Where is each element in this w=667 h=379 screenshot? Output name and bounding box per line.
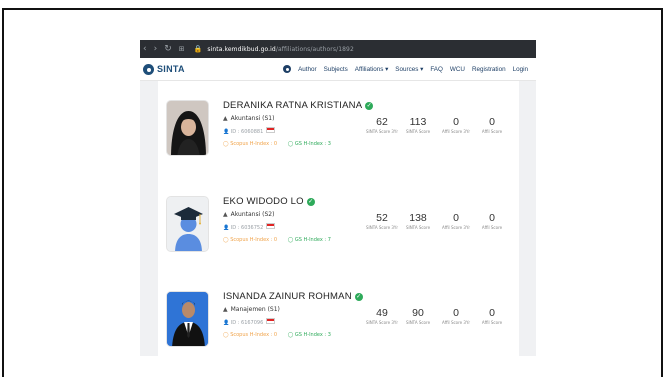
nav-subjects[interactable]: Subjects <box>324 66 348 73</box>
person-icon: ▲ <box>223 115 228 122</box>
apps-grid-icon[interactable]: ⊞ <box>179 45 185 53</box>
verified-icon: ✓ <box>354 293 363 301</box>
nav-sources[interactable]: Sources ▾ <box>395 66 423 73</box>
home-icon[interactable] <box>283 65 292 73</box>
reload-icon[interactable]: ↻ <box>164 44 172 54</box>
author-photo[interactable] <box>166 291 209 347</box>
stat-sinta-score: 138 SINTA Score <box>405 212 431 230</box>
indonesia-flag-icon <box>266 127 276 133</box>
site-navbar: SINTA Author Subjects Affiliations ▾ Sou… <box>140 58 536 81</box>
verified-icon: ✓ <box>306 198 315 206</box>
nav-author[interactable]: Author <box>298 66 317 73</box>
author-name[interactable]: DERANIKA RATNA KRISTIANA ✓ <box>223 100 374 111</box>
author-card: ISNANDA ZAINUR ROHMAN ✓ ▲ Manajemen (S1) 👤… <box>158 291 519 356</box>
stat-sinta-score-3yr: 62 SINTA Score 3Yr <box>366 116 398 134</box>
author-name[interactable]: ISNANDA ZAINUR ROHMAN ✓ <box>223 291 363 302</box>
nav-login[interactable]: Login <box>513 66 528 73</box>
sinta-logo-icon <box>143 63 154 75</box>
scopus-h-index[interactable]: ◯ Scopus H-Index : 0 <box>223 332 277 338</box>
nav-faq[interactable]: FAQ <box>430 66 443 73</box>
user-icon: 👤 <box>223 320 231 326</box>
nav-wcu[interactable]: WCU <box>450 66 465 73</box>
stat-sinta-score-3yr: 52 SINTA Score 3Yr <box>366 212 398 230</box>
nav-affiliations[interactable]: Affiliations ▾ <box>355 66 389 73</box>
stat-affil-score: 0 Affil Score <box>481 307 503 325</box>
back-icon[interactable]: ‹ <box>143 44 147 54</box>
h-index-row: ◯ Scopus H-Index : 0 ◯ GS H-Index : 7 <box>223 237 331 243</box>
person-icon: ▲ <box>223 211 228 218</box>
stat-affil-score: 0 Affil Score <box>481 212 503 230</box>
indonesia-flag-icon <box>266 223 276 229</box>
stat-affil-score-3yr: 0 Affil Score 3Yr <box>441 307 471 325</box>
lock-icon: 🔒 <box>193 45 203 53</box>
author-card: DERANIKA RATNA KRISTIANA ✓ ▲ Akuntansi (S1… <box>158 100 519 170</box>
main-menu: Author Subjects Affiliations ▾ Sources ▾… <box>283 58 528 80</box>
author-id: 👤 ID : 6167096 <box>223 318 276 326</box>
stat-affil-score-3yr: 0 Affil Score 3Yr <box>441 116 471 134</box>
sinta-logo[interactable]: SINTA <box>140 63 185 75</box>
author-list: DERANIKA RATNA KRISTIANA ✓ ▲ Akuntansi (S1… <box>158 81 519 356</box>
user-icon: 👤 <box>223 129 231 135</box>
indonesia-flag-icon <box>266 318 276 324</box>
h-index-row: ◯ Scopus H-Index : 0 ◯ GS H-Index : 3 <box>223 141 331 147</box>
gs-h-index[interactable]: ◯ GS H-Index : 3 <box>288 332 331 338</box>
author-department[interactable]: ▲ Akuntansi (S1) <box>223 115 274 122</box>
address-bar: ‹ › ↻ ⊞ 🔒 sinta.kemdikbud.go.id/affiliat… <box>140 40 536 58</box>
author-photo[interactable] <box>166 196 209 252</box>
stat-sinta-score-3yr: 49 SINTA Score 3Yr <box>366 307 398 325</box>
author-department[interactable]: ▲ Akuntansi (S2) <box>223 211 274 218</box>
author-photo[interactable] <box>166 100 209 156</box>
forward-icon[interactable]: › <box>154 44 158 54</box>
verified-icon: ✓ <box>365 102 374 110</box>
user-icon: 👤 <box>223 225 231 231</box>
stat-affil-score-3yr: 0 Affil Score 3Yr <box>441 212 471 230</box>
nav-registration[interactable]: Registration <box>472 66 506 73</box>
url-text[interactable]: sinta.kemdikbud.go.id/affiliations/autho… <box>207 46 354 53</box>
stat-sinta-score: 90 SINTA Score <box>405 307 431 325</box>
h-index-row: ◯ Scopus H-Index : 0 ◯ GS H-Index : 3 <box>223 332 331 338</box>
gs-h-index[interactable]: ◯ GS H-Index : 7 <box>288 237 331 243</box>
author-card: EKO WIDODO LO ✓ ▲ Akuntansi (S2) 👤 ID : 60… <box>158 196 519 266</box>
author-id: 👤 ID : 6036752 <box>223 223 276 231</box>
stat-sinta-score: 113 SINTA Score <box>405 116 431 134</box>
browser-window: ‹ › ↻ ⊞ 🔒 sinta.kemdikbud.go.id/affiliat… <box>140 40 536 356</box>
person-icon: ▲ <box>223 306 228 313</box>
stat-affil-score: 0 Affil Score <box>481 116 503 134</box>
author-name[interactable]: EKO WIDODO LO ✓ <box>223 196 315 207</box>
gs-h-index[interactable]: ◯ GS H-Index : 3 <box>288 141 331 147</box>
scopus-h-index[interactable]: ◯ Scopus H-Index : 0 <box>223 237 277 243</box>
scopus-h-index[interactable]: ◯ Scopus H-Index : 0 <box>223 141 277 147</box>
author-department[interactable]: ▲ Manajemen (S1) <box>223 306 280 313</box>
author-id: 👤 ID : 6060881 <box>223 127 276 135</box>
